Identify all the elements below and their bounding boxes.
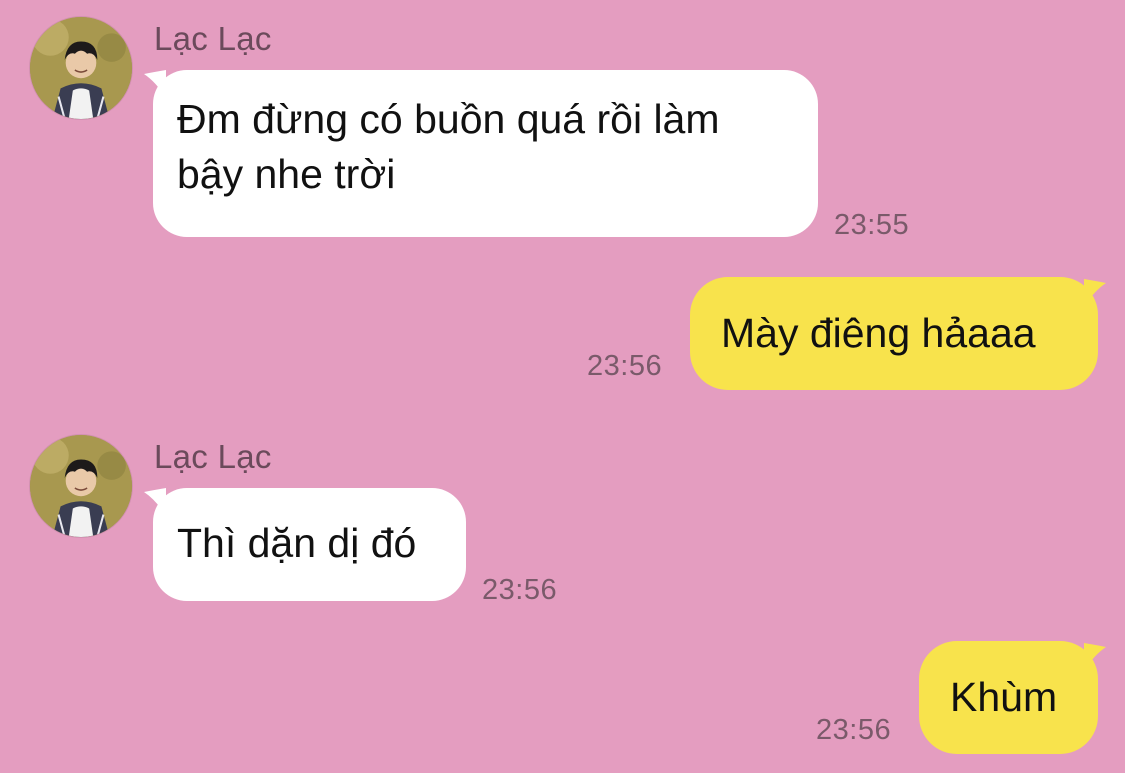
incoming-message-bubble[interactable]: Thì dặn dị đó	[153, 488, 466, 601]
message-line: Khùm	[950, 674, 1058, 720]
message-timestamp: 23:56	[587, 350, 663, 382]
sender-name: Lạc Lạc	[154, 20, 272, 57]
outgoing-bubble-tail	[1084, 279, 1106, 307]
message-timestamp: 23:55	[834, 209, 910, 241]
message-line: Đm đừng có buồn quá rồi làm	[177, 96, 720, 142]
avatar-photo-icon	[30, 17, 132, 119]
avatar-photo-icon	[30, 435, 132, 537]
outgoing-message-bubble[interactable]: Khùm	[919, 641, 1098, 754]
message-line: Mày điêng hảaaa	[721, 310, 1036, 356]
message-line: Thì dặn dị đó	[177, 520, 417, 566]
sender-name: Lạc Lạc	[154, 438, 272, 475]
incoming-message-bubble[interactable]: Đm đừng có buồn quá rồi làm bậy nhe trời	[153, 70, 818, 237]
outgoing-bubble-tail	[1084, 643, 1106, 671]
message-line: bậy nhe trời	[177, 151, 396, 197]
outgoing-message-bubble[interactable]: Mày điêng hảaaa	[690, 277, 1098, 390]
message-timestamp: 23:56	[482, 574, 558, 606]
contact-avatar[interactable]	[30, 17, 132, 119]
message-timestamp: 23:56	[816, 714, 892, 746]
contact-avatar[interactable]	[30, 435, 132, 537]
